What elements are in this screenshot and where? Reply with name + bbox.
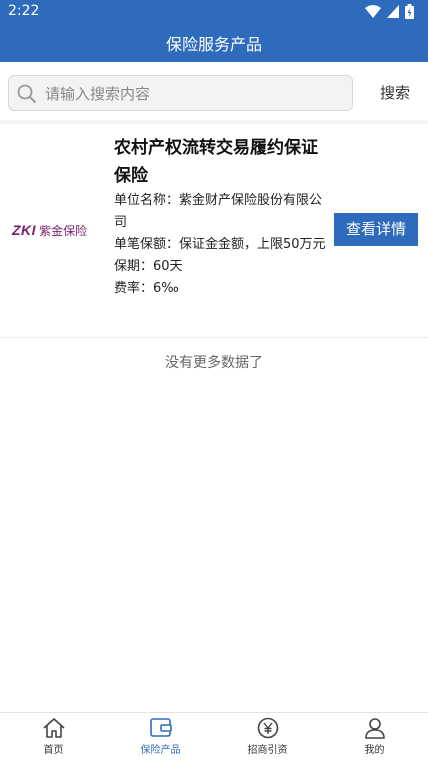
- page-title: 保险服务产品: [165, 35, 262, 54]
- tab-investment[interactable]: 招商引资: [214, 713, 321, 760]
- search-icon: [17, 84, 36, 103]
- product-period: 保期：60天: [114, 259, 183, 274]
- home-icon: [42, 718, 65, 738]
- battery-icon: [405, 4, 414, 19]
- app-header: 2:22 保险服务产品: [0, 0, 428, 62]
- tab-insurance-label: 保险产品: [140, 745, 181, 756]
- product-info: 单位名称：紫金财产保险股份有限公司 单笔保额：保证金金额，上限50万元 保期：6…: [114, 190, 329, 300]
- company-logo: ZKI 紫金保险: [12, 220, 104, 240]
- product-rate: 费率：6‰: [114, 281, 179, 296]
- search-button[interactable]: 搜索: [380, 82, 410, 103]
- logo-text-en: ZKI: [12, 222, 37, 238]
- tab-insurance-products[interactable]: 保险产品: [107, 713, 214, 760]
- bottom-tabbar: 首页 保险产品 招商引资 我的: [0, 712, 428, 760]
- product-company: 单位名称：紫金财产保险股份有限公司: [114, 193, 323, 230]
- status-icons: [365, 4, 414, 19]
- search-input[interactable]: [45, 82, 345, 106]
- tab-home-label: 首页: [43, 745, 64, 756]
- signal-icon: [387, 5, 399, 18]
- product-premium: 单笔保额：保证金金额，上限50万元: [114, 237, 326, 252]
- status-time: 2:22: [8, 3, 40, 19]
- product-title: 农村产权流转交易履约保证保险: [114, 138, 318, 186]
- insurance-card-icon: [149, 718, 172, 737]
- logo-text-cn: 紫金保险: [39, 223, 88, 238]
- search-bar: 搜索: [0, 62, 428, 120]
- view-details-button[interactable]: 查看详情: [334, 213, 418, 246]
- product-card[interactable]: ZKI 紫金保险 农村产权流转交易履约保证保险 单位名称：紫金财产保险股份有限公…: [0, 124, 428, 338]
- tab-home[interactable]: 首页: [0, 713, 107, 760]
- tab-mine-label: 我的: [364, 745, 385, 756]
- wifi-icon: [365, 4, 381, 18]
- yen-coin-icon: [257, 717, 278, 739]
- search-box[interactable]: [8, 75, 353, 111]
- tab-mine[interactable]: 我的: [321, 713, 428, 760]
- user-icon: [364, 718, 385, 739]
- list-end-text: 没有更多数据了: [165, 355, 263, 371]
- status-bar: 2:22: [0, 0, 428, 24]
- tab-investment-label: 招商引资: [247, 745, 288, 756]
